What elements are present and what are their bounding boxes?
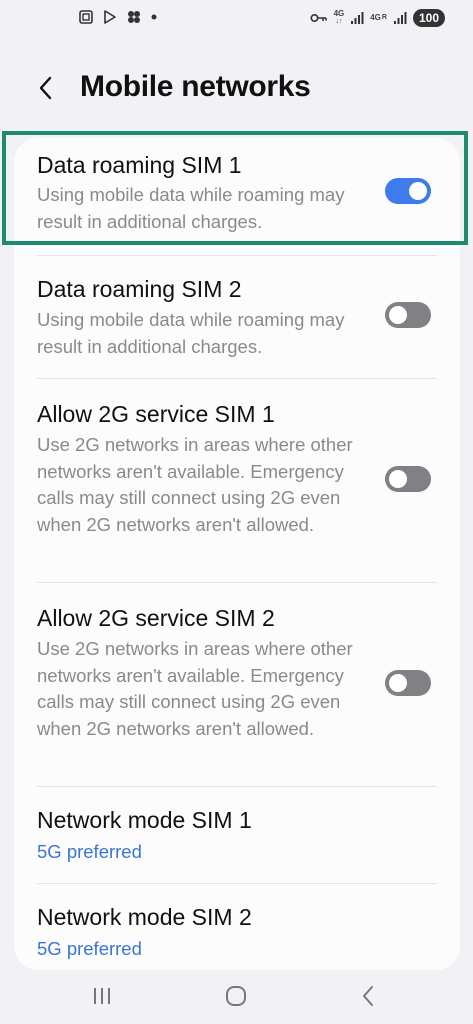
header: Mobile networks: [0, 58, 473, 118]
recent-apps-button[interactable]: [84, 982, 120, 1010]
pinwheel-icon: [126, 9, 142, 25]
setting-network-mode-sim2[interactable]: Network mode SIM 2 5G preferred: [14, 884, 460, 970]
battery-indicator: 100: [412, 9, 445, 27]
home-icon: [226, 986, 246, 1006]
allow-2g-sim2-toggle[interactable]: [385, 670, 431, 696]
back-nav-icon: [363, 986, 373, 1006]
network-type-2: 4G R: [370, 13, 387, 22]
back-button[interactable]: [30, 72, 62, 104]
allow-2g-sim1-toggle[interactable]: [385, 466, 431, 492]
setting-title: Network mode SIM 2: [37, 904, 252, 930]
page-title: Mobile networks: [80, 70, 311, 103]
home-button[interactable]: [218, 982, 254, 1010]
setting-description: Using mobile data while roaming may resu…: [37, 309, 345, 357]
vpn-key-icon: [310, 12, 328, 24]
setting-allow-2g-sim2[interactable]: Allow 2G service SIM 2 Use 2G networks i…: [14, 583, 460, 786]
navigation-bar: [0, 968, 473, 1024]
setting-title: Allow 2G service SIM 2: [37, 605, 275, 631]
settings-card: Data roaming SIM 1 Using mobile data whi…: [14, 138, 460, 970]
setting-value: 5G preferred: [37, 841, 142, 862]
setting-title: Allow 2G service SIM 1: [37, 401, 275, 427]
setting-title: Network mode SIM 1: [37, 807, 252, 833]
status-bar: 4G ↓↑ 4G R 100: [0, 0, 473, 36]
recent-apps-icon: [94, 988, 110, 1004]
setting-title: Data roaming SIM 2: [37, 276, 242, 302]
play-store-icon: [102, 9, 118, 25]
signal-icon: [350, 11, 364, 25]
setting-network-mode-sim1[interactable]: Network mode SIM 1 5G preferred: [14, 787, 460, 883]
signal-icon-2: [393, 11, 407, 25]
setting-description: Use 2G networks in areas where other net…: [37, 638, 353, 739]
network-type-1: 4G ↓↑: [333, 9, 345, 26]
setting-value: 5G preferred: [37, 938, 142, 959]
setting-data-roaming-sim2[interactable]: Data roaming SIM 2 Using mobile data whi…: [14, 256, 460, 378]
notification-dot-icon: [150, 13, 158, 21]
data-roaming-sim2-toggle[interactable]: [385, 302, 431, 328]
highlight-box: [2, 131, 468, 245]
setting-description: Use 2G networks in areas where other net…: [37, 434, 353, 535]
screenshot-icon: [78, 9, 94, 25]
back-arrow-icon: [39, 76, 52, 100]
setting-allow-2g-sim1[interactable]: Allow 2G service SIM 1 Use 2G networks i…: [14, 379, 460, 582]
back-nav-button[interactable]: [350, 982, 386, 1010]
